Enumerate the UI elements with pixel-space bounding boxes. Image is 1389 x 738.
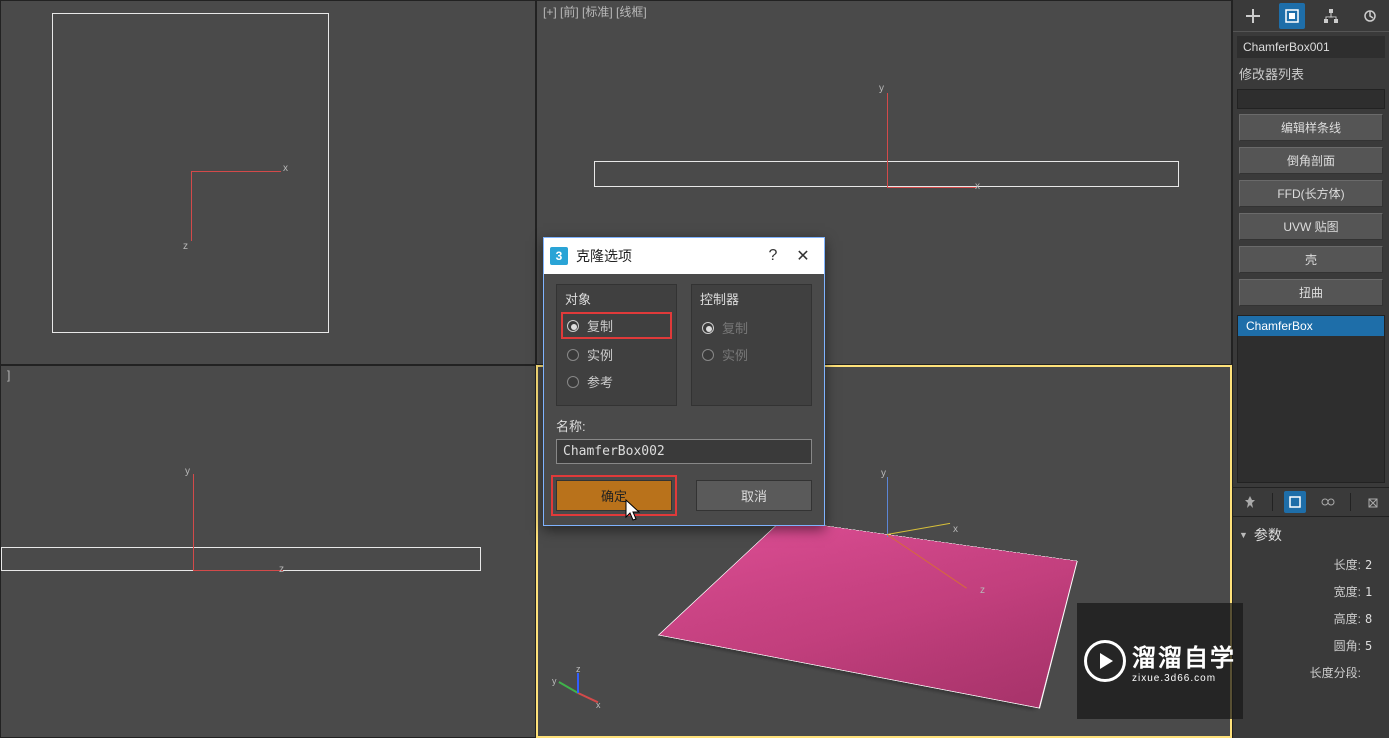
clone-options-dialog: 3 克隆选项 ? ✕ 对象 复制 实例 参考 [543,237,825,526]
radio-dot-icon [567,349,579,361]
modify-tab-icon[interactable] [1279,3,1305,29]
viewport-left[interactable]: ] y z [0,365,536,738]
axis-y-label-left: y [185,466,190,477]
axis-y [191,171,192,241]
params-list: 长度: 2 宽度: 1 高度: 8 圆角: 5 长度分段: [1233,551,1389,686]
param-length: 长度: 2 [1293,551,1385,578]
dialog-title: 克隆选项 [576,246,632,266]
command-panel: ChamferBox001 修改器列表 编辑样条线 倒角剖面 FFD(长方体) … [1232,0,1389,738]
watermark: 溜溜自学 zixue.3d66.com [1077,603,1243,719]
persp-axis-z [887,477,888,537]
watermark-sub: zixue.3d66.com [1132,673,1216,684]
ctrl-radio-instance-label: 实例 [722,345,748,364]
dialog-titlebar[interactable]: 3 克隆选项 ? ✕ [544,238,824,274]
param-height: 高度: 8 [1293,605,1385,632]
name-input[interactable] [556,439,812,464]
axis-z-label: z [183,241,188,252]
axis-y-front [887,93,888,187]
axis-x-label-front: x [975,181,980,192]
viewport-label-front: [+] [前] [标准] [线框] [543,3,647,20]
radio-reference[interactable]: 参考 [565,368,668,395]
viewport-left-label: ] [7,368,10,382]
cancel-button[interactable]: 取消 [696,480,812,511]
param-length-segs: 长度分段: [1293,659,1385,686]
controller-group: 控制器 复制 实例 [691,284,812,406]
pin-stack-icon[interactable] [1239,491,1261,513]
panel-tabs [1233,0,1389,32]
create-tab-icon[interactable] [1240,3,1266,29]
radio-reference-label: 参考 [587,372,613,391]
axis-x-label: x [283,163,288,174]
radio-instance[interactable]: 实例 [565,341,668,368]
watermark-main: 溜溜自学 [1132,638,1236,673]
object-name-field[interactable]: ChamferBox001 [1237,36,1385,58]
modifier-stack-item[interactable]: ChamferBox [1238,316,1384,336]
radio-copy-label: 复制 [587,316,613,335]
modifier-stack[interactable]: ChamferBox [1237,315,1385,483]
modifier-list-label: 修改器列表 [1233,60,1389,87]
play-icon [1084,640,1126,682]
persp-axis-y-label: y [881,468,886,479]
show-end-result-icon[interactable] [1284,491,1306,513]
bend-button[interactable]: 扭曲 [1239,279,1383,306]
close-button[interactable]: ✕ [788,246,818,266]
ctrl-radio-instance: 实例 [700,341,803,368]
axis-x [191,171,281,172]
object-group: 对象 复制 实例 参考 [556,284,677,406]
param-fillet: 圆角: 5 [1293,632,1385,659]
motion-tab-icon[interactable] [1357,3,1383,29]
object-group-title: 对象 [565,289,668,308]
wireframe-box-left [1,547,481,571]
params-rollout-header[interactable]: 参数 [1233,517,1389,551]
viewport-top[interactable]: x z [0,0,536,365]
axis-y-label-front: y [879,83,884,94]
name-label: 名称: [556,416,812,435]
controller-group-title: 控制器 [700,289,803,308]
radio-instance-label: 实例 [587,345,613,364]
persp-axis-z-label: z [980,585,985,596]
axis-y-left [193,474,194,570]
radio-copy[interactable]: 复制 [561,312,672,339]
shell-button[interactable]: 壳 [1239,246,1383,273]
ok-button[interactable]: 确定 [556,480,672,511]
radio-dot-icon [567,320,579,332]
chamfer-profile-button[interactable]: 倒角剖面 [1239,147,1383,174]
modifier-list-dropdown[interactable] [1237,89,1385,109]
edit-spline-button[interactable]: 编辑样条线 [1239,114,1383,141]
uvw-map-button[interactable]: UVW 贴图 [1239,213,1383,240]
remove-modifier-icon[interactable] [1362,491,1384,513]
hierarchy-tab-icon[interactable] [1318,3,1344,29]
radio-dot-icon [702,322,714,334]
help-button[interactable]: ? [758,247,788,265]
param-width: 宽度: 1 [1293,578,1385,605]
stack-toolbar [1233,487,1389,517]
axis-z-label-left: z [279,564,284,575]
ctrl-radio-copy-label: 复制 [722,318,748,337]
app-icon: 3 [550,247,568,265]
radio-dot-icon [567,376,579,388]
make-unique-icon[interactable] [1317,491,1339,513]
axis-x-left [193,570,283,571]
ctrl-radio-copy: 复制 [700,314,803,341]
ffd-box-button[interactable]: FFD(长方体) [1239,180,1383,207]
persp-axis-x-label: x [953,524,958,535]
radio-dot-icon [702,349,714,361]
axis-x-front [887,187,977,188]
params-rollout-label: 参数 [1254,525,1282,545]
world-gizmo: x y z [558,672,598,712]
